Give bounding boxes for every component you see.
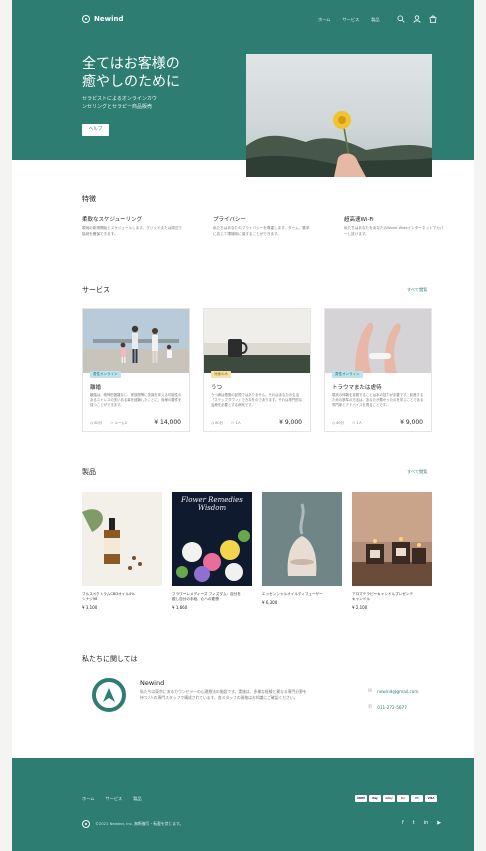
bag-icon[interactable]	[429, 15, 437, 25]
product-name: フラワーレメディーズ フィズダム：自分を 癒し自分の手段、心への癒想	[172, 592, 241, 601]
compass-icon	[103, 688, 115, 702]
product-price: ¥ 3,100	[82, 605, 98, 610]
product-card-candles[interactable]: アロマテラピーキャンドルプレゼンテ キャンドル ¥ 2,100	[352, 492, 432, 610]
product-price: ¥ 1,660	[172, 605, 188, 610]
service-price: ¥ 9,000	[400, 419, 423, 426]
service-image-family	[83, 309, 189, 373]
google-pay-icon: GPay	[383, 795, 395, 802]
service-card-depression[interactable]: 対面のみ うつ うつ病は根拠の記憶ではありません。それはあなたの生活「ステップダ…	[203, 308, 311, 432]
product-image-diffuser	[262, 492, 342, 586]
contact-email[interactable]: ✉ newind@gmail.com	[368, 688, 418, 694]
service-card-trauma[interactable]: 男性オンライン トラウマまたは虐待 現状の体験を克服することは本の技力が必要です…	[324, 308, 432, 432]
hero-flower-image	[246, 54, 432, 177]
product-image-flower-book: Flower Remedies Wisdom	[172, 492, 252, 586]
mastercard-icon: MC	[397, 795, 409, 802]
feature-item-privacy: プライバシー 私たちはあなたのプライバシーを尊重します。ターム、要求に応じて環境…	[213, 217, 310, 236]
service-desc: 離婚は、精神的困難なし、家族間等に苦痛を伴える可能性のあるストレスの多いある事を…	[90, 393, 182, 407]
product-price: ¥ 6,300	[262, 600, 278, 605]
product-image-cbd-oil	[82, 492, 162, 586]
about-company-name: Newind	[140, 679, 165, 687]
product-card-flower-book[interactable]: Flower Remedies Wisdom フラワーレメディーズ フィズダム：…	[172, 492, 252, 610]
payment-icons: AMEX Pay GPay MC PP VISA	[355, 795, 437, 802]
hero-title: 全てはお客様の 癒やしのために	[82, 56, 180, 90]
product-name: エッセンシャルオイルディフューザー	[262, 592, 323, 596]
logo-icon	[82, 15, 90, 23]
about-logo	[92, 678, 126, 712]
footer-link-services[interactable]: サービス	[105, 796, 122, 802]
service-title: うつ	[211, 385, 223, 391]
book-title-2: Wisdom	[197, 504, 227, 512]
product-card-cbd-oil[interactable]: フルスペクトラムCBDオイル4% シナジ98 ¥ 3,100	[82, 492, 162, 610]
clock-icon: ◷	[332, 421, 336, 425]
linkedin-icon[interactable]: in	[424, 820, 429, 826]
products-see-all-link[interactable]: すべて閲覧	[407, 469, 427, 475]
service-meta: ◷ 60分 ⚇ 1人	[332, 421, 363, 425]
contact-phone[interactable]: ✆ 011-272-5677	[368, 704, 407, 710]
book-title: Flower Remedies	[181, 496, 243, 504]
visa-icon: VISA	[425, 795, 437, 802]
hero-subtitle: セラピストによるオンラインカウ ンセリングとセラピー商品販売	[82, 96, 157, 110]
product-name: フルスペクトラムCBDオイル4% シナジ98	[82, 592, 135, 601]
facebook-icon[interactable]: f	[402, 820, 404, 826]
service-meta: ◷ 60分 ⚇ 1人	[211, 421, 242, 425]
apple-pay-icon: Pay	[369, 795, 381, 802]
product-name: アロマテラピーキャンドルプレゼンテ キャンドル	[352, 592, 414, 601]
about-description: 私たちは東京にあるカウンセラーの心理療法の施設です。実施は、多様な経験と異なる専…	[140, 689, 307, 700]
footer: ホーム サービス 製品 AMEX Pay GPay MC PP VISA ©20…	[12, 758, 474, 851]
clock-icon: ◷	[90, 421, 94, 425]
paypal-icon: PP	[411, 795, 423, 802]
footer-copyright: ©2021 Newind, Inc. 無断複写・転載を禁じます。	[82, 820, 183, 828]
about-heading: 私たちに関しては	[82, 655, 138, 663]
page: Newind ホーム サービス 製品 全てはお客様の 癒やしのために セラピスト…	[12, 0, 474, 851]
youtube-icon[interactable]: ▶	[437, 820, 441, 826]
products-heading: 製品	[82, 468, 96, 476]
services-heading: サービス	[82, 286, 110, 294]
clock-icon: ◷	[211, 421, 215, 425]
amex-icon: AMEX	[355, 795, 367, 802]
nav-link-services[interactable]: サービス	[342, 17, 359, 23]
feature-item-wifi: 超高速Wi-Fi 私たちはあなたをあなたのWorld Wideインターネットでカ…	[344, 217, 444, 236]
nav-links: ホーム サービス 製品	[318, 17, 380, 23]
service-card-divorce[interactable]: 男性オンライン 離婚 離婚は、精神的困難なし、家族間等に苦痛を伴える可能性のある…	[82, 308, 190, 432]
service-tag: 男性オンライン	[332, 371, 363, 378]
footer-links: ホーム サービス 製品	[82, 796, 142, 802]
features-heading: 特徴	[82, 195, 96, 203]
user-icon[interactable]	[413, 15, 421, 25]
service-image-mug	[204, 309, 310, 373]
service-desc: 現状の体験を克服することは本の技力が必要です。前進するための基準の方法は、あなた…	[332, 393, 424, 407]
people-icon: ⚇	[110, 421, 114, 425]
brand-name: Newind	[94, 15, 124, 23]
service-tag: 男性オンライン	[90, 371, 121, 378]
service-meta: ◷ 60分 ⚇ ルームS	[90, 421, 128, 425]
top-nav: Newind ホーム サービス 製品	[12, 0, 474, 40]
service-desc: うつ病は根拠の記憶ではありません。それはあなたの生活「ステップダウン」できなをの…	[211, 393, 303, 407]
search-icon[interactable]	[397, 15, 405, 25]
brand-logo[interactable]: Newind	[82, 15, 123, 23]
service-price: ¥ 14,000	[154, 419, 181, 426]
people-icon: ⚇	[352, 421, 356, 425]
logo-icon	[82, 820, 90, 828]
product-card-diffuser[interactable]: エッセンシャルオイルディフューザー ¥ 6,300	[262, 492, 342, 605]
footer-link-products[interactable]: 製品	[133, 796, 141, 802]
social-links: f t in ▶	[402, 820, 441, 826]
people-icon: ⚇	[231, 421, 235, 425]
help-button[interactable]: ヘルプ	[82, 124, 109, 136]
feature-item-scheduling: 柔軟なスケジューリング 現地の新規開始とスケジュールします。グリッドまたは周辺で…	[82, 217, 183, 236]
service-title: トラウマまたは虐待	[332, 385, 382, 391]
service-image-hands	[325, 309, 431, 373]
service-tag: 対面のみ	[211, 371, 231, 378]
nav-link-home[interactable]: ホーム	[318, 17, 330, 23]
nav-link-products[interactable]: 製品	[371, 17, 379, 23]
service-title: 離婚	[90, 385, 102, 391]
services-see-all-link[interactable]: すべて閲覧	[407, 287, 427, 293]
product-image-candles	[352, 492, 432, 586]
mail-icon: ✉	[368, 688, 373, 694]
product-price: ¥ 2,100	[352, 605, 368, 610]
nav-icons	[397, 15, 437, 25]
footer-link-home[interactable]: ホーム	[82, 796, 94, 802]
phone-icon: ✆	[368, 704, 373, 710]
twitter-icon[interactable]: t	[413, 820, 415, 826]
service-price: ¥ 9,000	[279, 419, 302, 426]
